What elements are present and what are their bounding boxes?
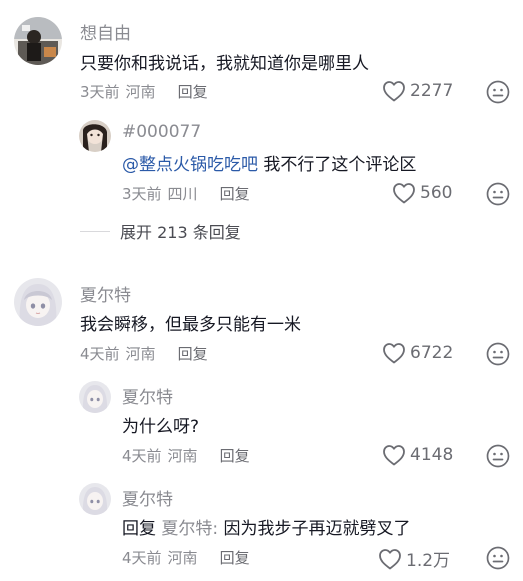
reply-time: 3天前 bbox=[122, 185, 162, 203]
like-count: 2277 bbox=[410, 81, 454, 101]
reply-username[interactable]: #000077 bbox=[122, 122, 201, 142]
comment-username[interactable]: 夏尔特 bbox=[80, 281, 131, 306]
like-count: 4148 bbox=[410, 445, 454, 465]
reply-to-user[interactable]: 夏尔特: bbox=[161, 519, 218, 539]
comment-list: 想自由 只要你和我说话，我就知道你是哪里人 3天前 河南 回复 2277 #0000… bbox=[0, 0, 523, 581]
comment-meta: 3天前 河南 回复 bbox=[80, 81, 214, 102]
reply-prefix: 回复 bbox=[122, 519, 156, 539]
reply-button[interactable]: 回复 bbox=[220, 549, 250, 567]
reply-text: 回复 夏尔特: 因为我步子再迈就劈叉了 bbox=[122, 514, 411, 539]
heart-outline-icon bbox=[393, 183, 415, 204]
comment-text: 只要你和我说话，我就知道你是哪里人 bbox=[80, 54, 369, 74]
meh-face-icon[interactable] bbox=[486, 182, 510, 206]
avatar[interactable] bbox=[14, 17, 62, 65]
reply-button[interactable]: 回复 bbox=[220, 185, 250, 203]
reply-button[interactable]: 回复 bbox=[178, 83, 208, 101]
comment-meta: 4天前 河南 回复 bbox=[80, 343, 214, 364]
reply-username[interactable]: 夏尔特 bbox=[122, 383, 173, 408]
like-count: 560 bbox=[420, 183, 453, 203]
like-button[interactable]: 4148 bbox=[382, 444, 453, 466]
reply-button[interactable]: 回复 bbox=[220, 447, 250, 465]
reply-meta: 4天前 河南 回复 bbox=[122, 445, 256, 466]
meh-face-icon[interactable] bbox=[486, 546, 510, 570]
comment-location: 河南 bbox=[125, 83, 156, 101]
reply-time: 4天前 bbox=[122, 447, 162, 465]
comment-time: 4天前 bbox=[80, 345, 120, 363]
reply-meta: 4天前 河南 回复 bbox=[122, 547, 256, 568]
heart-outline-icon bbox=[379, 548, 401, 569]
reply-location: 河南 bbox=[167, 549, 198, 567]
like-button[interactable]: 560 bbox=[392, 182, 452, 204]
comment-time: 3天前 bbox=[80, 83, 120, 101]
mention-link[interactable]: @整点火锅吃吃吧 bbox=[122, 155, 258, 175]
heart-outline-icon bbox=[383, 81, 405, 102]
reply-button[interactable]: 回复 bbox=[178, 345, 208, 363]
like-count: 1.2万 bbox=[406, 551, 451, 571]
reply-time: 4天前 bbox=[122, 549, 162, 567]
reply-location: 四川 bbox=[167, 185, 198, 203]
reply-text: @整点火锅吃吃吧 我不行了这个评论区 bbox=[122, 150, 416, 175]
reply-body: 我不行了这个评论区 bbox=[263, 155, 417, 175]
comment-text: 我会瞬移，但最多只能有一米 bbox=[80, 315, 301, 335]
heart-outline-icon bbox=[383, 445, 405, 466]
reply-body: 因为我步子再迈就劈叉了 bbox=[223, 519, 411, 539]
expand-replies-label: 展开 213 条回复 bbox=[120, 223, 241, 242]
avatar[interactable] bbox=[79, 381, 111, 413]
meh-face-icon[interactable] bbox=[486, 80, 510, 104]
avatar[interactable] bbox=[79, 483, 111, 515]
meh-face-icon[interactable] bbox=[486, 444, 510, 468]
reply-text: 为什么呀? bbox=[122, 417, 200, 437]
like-button[interactable]: 2277 bbox=[382, 80, 453, 102]
reply-meta: 3天前 四川 回复 bbox=[122, 183, 256, 204]
heart-outline-icon bbox=[383, 343, 405, 364]
like-button[interactable]: 6722 bbox=[382, 342, 453, 364]
avatar[interactable] bbox=[79, 120, 111, 152]
avatar[interactable] bbox=[14, 278, 62, 326]
like-button[interactable]: 1.2万 bbox=[378, 546, 450, 571]
reply-username[interactable]: 夏尔特 bbox=[122, 485, 173, 510]
divider bbox=[80, 230, 110, 232]
meh-face-icon[interactable] bbox=[486, 342, 510, 366]
reply-location: 河南 bbox=[167, 447, 198, 465]
comment-location: 河南 bbox=[125, 345, 156, 363]
like-count: 6722 bbox=[410, 343, 454, 363]
comment-username[interactable]: 想自由 bbox=[80, 19, 131, 44]
expand-replies-button[interactable]: 展开 213 条回复 bbox=[80, 219, 241, 243]
